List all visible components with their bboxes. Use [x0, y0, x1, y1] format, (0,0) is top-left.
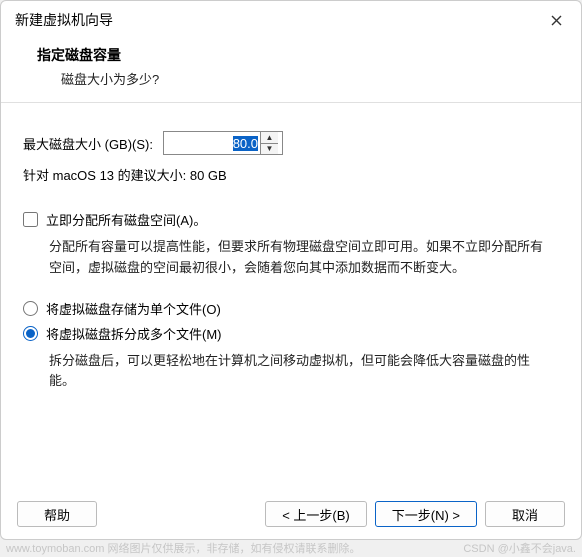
store-split-label[interactable]: 将虚拟磁盘拆分成多个文件(M) — [46, 324, 222, 343]
chevron-down-icon: ▼ — [266, 144, 274, 153]
spinner-buttons: ▲ ▼ — [260, 132, 278, 154]
store-split-option[interactable]: 将虚拟磁盘拆分成多个文件(M) — [23, 324, 559, 343]
header-section: 指定磁盘容量 磁盘大小为多少? — [1, 37, 581, 103]
titlebar: 新建虚拟机向导 — [1, 1, 581, 37]
next-button[interactable]: 下一步(N) > — [375, 501, 477, 527]
watermark: www.toymoban.com 网络图片仅供展示，非存储，如有侵权请联系删除。… — [0, 539, 582, 557]
close-button[interactable] — [545, 9, 567, 31]
spinner-down-button[interactable]: ▼ — [261, 143, 278, 155]
footer-right: < 上一步(B) 下一步(N) > 取消 — [265, 501, 565, 527]
store-single-option[interactable]: 将虚拟磁盘存储为单个文件(O) — [23, 299, 559, 318]
max-disk-label: 最大磁盘大小 (GB)(S): — [23, 134, 153, 153]
wizard-dialog: 新建虚拟机向导 指定磁盘容量 磁盘大小为多少? 最大磁盘大小 (GB)(S): … — [0, 0, 582, 540]
store-split-desc: 拆分磁盘后，可以更轻松地在计算机之间移动虚拟机，但可能会降低大容量磁盘的性能。 — [23, 349, 559, 393]
content-area: 最大磁盘大小 (GB)(S): ▲ ▼ 针对 macOS 13 的建议大小: 8… — [1, 103, 581, 491]
allocate-now-option[interactable]: 立即分配所有磁盘空间(A)。 — [23, 210, 559, 229]
page-subtitle: 磁盘大小为多少? — [37, 69, 561, 88]
cancel-button[interactable]: 取消 — [485, 501, 565, 527]
footer: 帮助 < 上一步(B) 下一步(N) > 取消 — [1, 491, 581, 539]
watermark-right: CSDN @小鑫不会java. — [463, 540, 576, 556]
watermark-left: www.toymoban.com 网络图片仅供展示，非存储，如有侵权请联系删除。 — [6, 540, 360, 556]
help-button[interactable]: 帮助 — [17, 501, 97, 527]
allocate-now-desc: 分配所有容量可以提高性能，但要求所有物理磁盘空间立即可用。如果不立即分配所有空间… — [23, 235, 559, 279]
close-icon — [551, 15, 562, 26]
max-disk-input[interactable] — [164, 132, 260, 154]
allocate-now-checkbox[interactable] — [23, 212, 38, 227]
page-title: 指定磁盘容量 — [37, 45, 561, 65]
store-split-radio[interactable] — [23, 326, 38, 341]
allocate-now-label[interactable]: 立即分配所有磁盘空间(A)。 — [46, 210, 206, 229]
back-button[interactable]: < 上一步(B) — [265, 501, 367, 527]
window-title: 新建虚拟机向导 — [15, 10, 113, 30]
max-disk-spinner[interactable]: ▲ ▼ — [163, 131, 283, 155]
store-single-radio[interactable] — [23, 301, 38, 316]
chevron-up-icon: ▲ — [266, 133, 274, 142]
spinner-up-button[interactable]: ▲ — [261, 132, 278, 143]
store-single-label[interactable]: 将虚拟磁盘存储为单个文件(O) — [46, 299, 221, 318]
max-disk-row: 最大磁盘大小 (GB)(S): ▲ ▼ — [23, 131, 559, 155]
suggested-size-text: 针对 macOS 13 的建议大小: 80 GB — [23, 165, 559, 184]
